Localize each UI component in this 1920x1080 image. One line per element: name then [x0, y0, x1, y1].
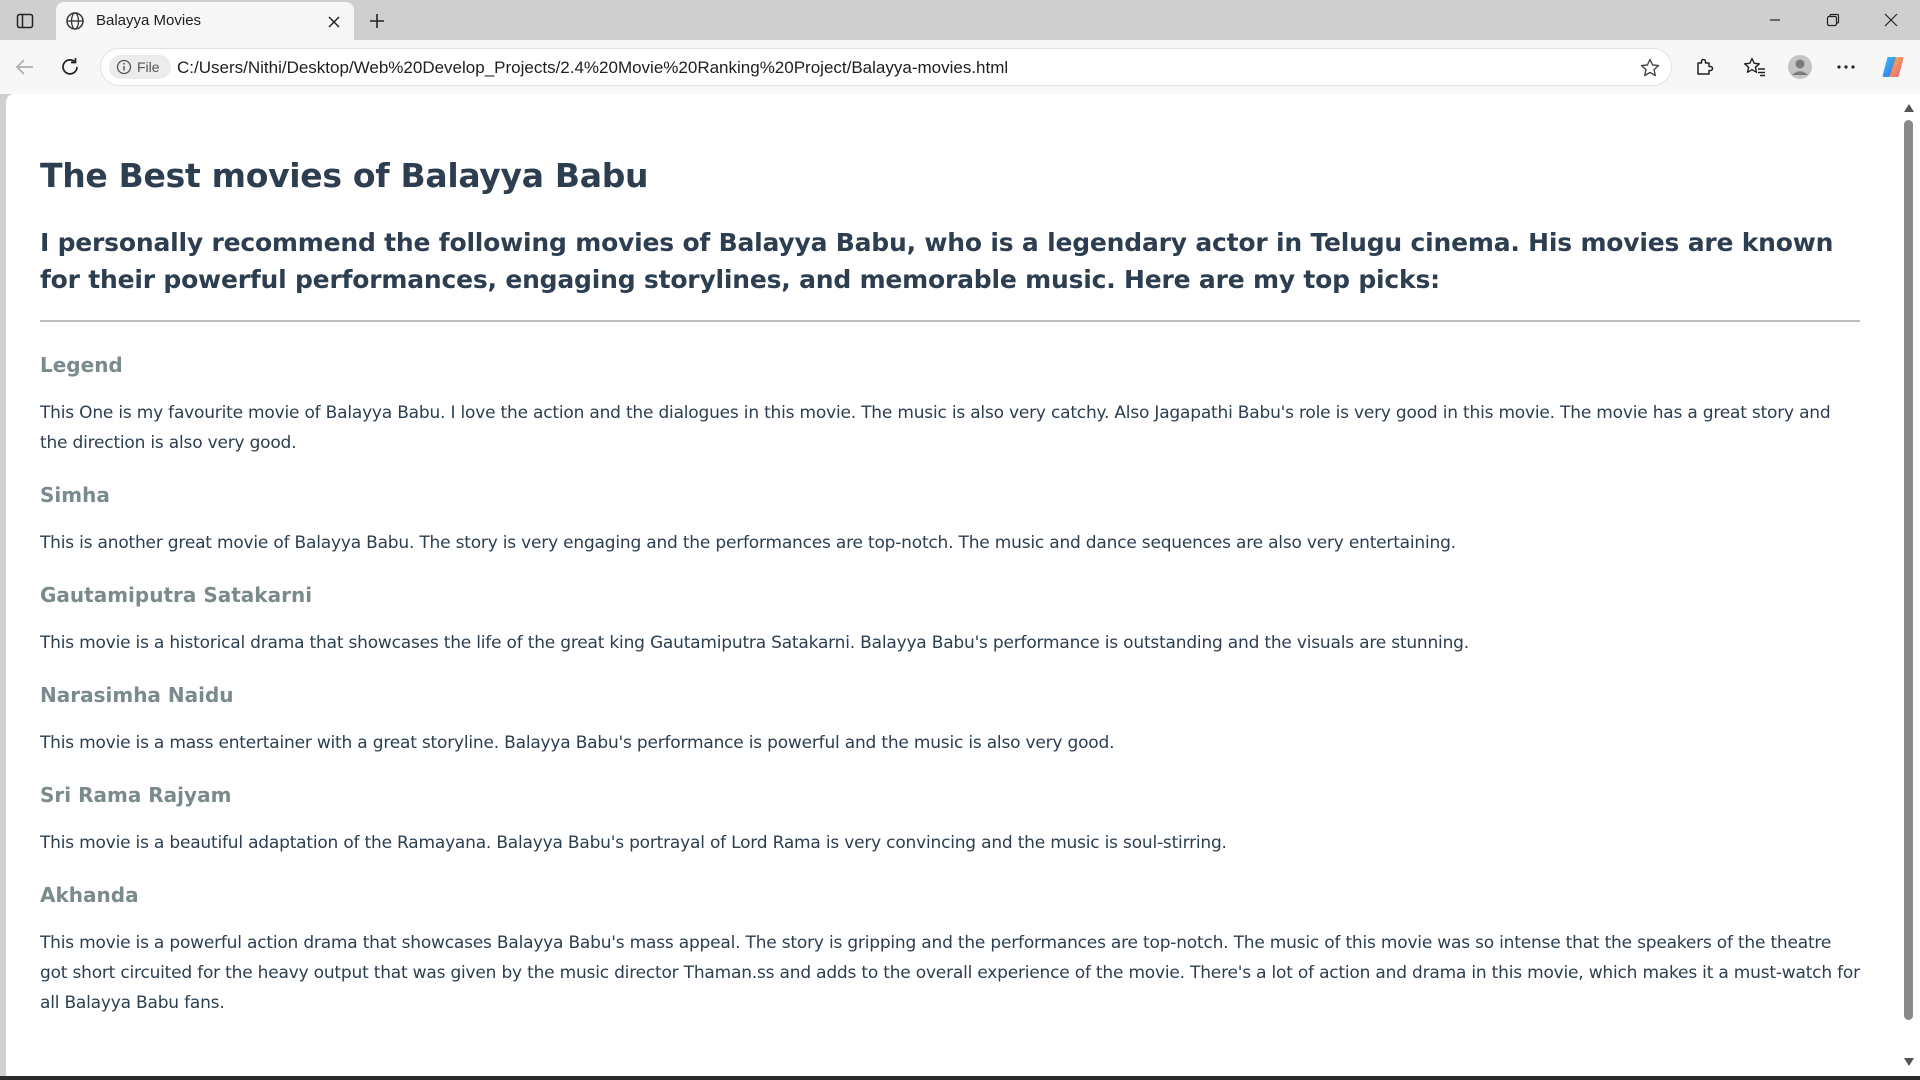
- browser-toolbar: File C:/Users/Nithi/Desktop/Web%20Develo…: [0, 40, 1920, 94]
- info-icon: [116, 59, 132, 75]
- ellipsis-icon[interactable]: [1832, 53, 1860, 81]
- copilot-icon[interactable]: [1879, 53, 1907, 81]
- page-content: The Best movies of Balayya Babu I person…: [40, 156, 1860, 1018]
- restore-icon[interactable]: [1810, 0, 1856, 40]
- page-title: The Best movies of Balayya Babu: [40, 156, 649, 195]
- movie-title: Akhanda: [40, 883, 139, 907]
- movie-description: This One is my favourite movie of Balayy…: [40, 403, 1831, 453]
- movie-description: This movie is a mass entertainer with a …: [40, 733, 1115, 753]
- globe-icon: [65, 11, 85, 31]
- vertical-scrollbar[interactable]: [1898, 94, 1920, 1076]
- page-intro: I personally recommend the following mov…: [40, 228, 1834, 294]
- taskbar-edge: [0, 1076, 1920, 1080]
- divider: [40, 320, 1860, 322]
- movie-description: This movie is a beautiful adaptation of …: [40, 833, 1227, 853]
- active-tab[interactable]: Balayya Movies: [56, 2, 354, 40]
- avatar-icon[interactable]: [1786, 53, 1814, 81]
- movie-item-sri-rama-rajyam: Sri Rama Rajyam This movie is a beautifu…: [40, 780, 1860, 858]
- scroll-down-arrow-icon[interactable]: [1903, 1056, 1915, 1068]
- address-bar[interactable]: File C:/Users/Nithi/Desktop/Web%20Develo…: [100, 48, 1672, 86]
- puzzle-icon[interactable]: [1690, 53, 1718, 81]
- refresh-icon[interactable]: [56, 53, 84, 81]
- movie-description: This movie is a powerful action drama th…: [40, 933, 1860, 1013]
- movie-title: Simha: [40, 483, 110, 507]
- movie-item-narasimha-naidu: Narasimha Naidu This movie is a mass ent…: [40, 680, 1860, 758]
- site-info-button[interactable]: File: [109, 55, 171, 79]
- movie-title: Gautamiputra Satakarni: [40, 583, 313, 607]
- tab-title: Balayya Movies: [96, 12, 202, 29]
- movie-item-simha: Simha This is another great movie of Bal…: [40, 480, 1860, 558]
- close-icon[interactable]: [324, 12, 344, 32]
- favorites-icon[interactable]: [1741, 53, 1769, 81]
- back-arrow-icon[interactable]: [11, 53, 39, 81]
- scrollbar-thumb[interactable]: [1904, 120, 1913, 1020]
- plus-icon[interactable]: [364, 8, 390, 34]
- movie-title: Sri Rama Rajyam: [40, 783, 232, 807]
- close-icon[interactable]: [1868, 0, 1914, 40]
- movie-title: Legend: [40, 353, 123, 377]
- movie-description: This movie is a historical drama that sh…: [40, 633, 1469, 653]
- scroll-up-arrow-icon[interactable]: [1903, 102, 1915, 114]
- movie-description: This is another great movie of Balayya B…: [40, 533, 1456, 553]
- movie-item-legend: Legend This One is my favourite movie of…: [40, 350, 1860, 458]
- movie-title: Narasimha Naidu: [40, 683, 234, 707]
- url-text[interactable]: C:/Users/Nithi/Desktop/Web%20Develop_Pro…: [177, 58, 1008, 78]
- star-icon[interactable]: [1637, 55, 1663, 81]
- sidebar-toggle-icon[interactable]: [12, 8, 38, 34]
- minimize-icon[interactable]: [1752, 0, 1798, 40]
- movie-item-gautamiputra-satakarni: Gautamiputra Satakarni This movie is a h…: [40, 580, 1860, 658]
- page-viewport: The Best movies of Balayya Babu I person…: [6, 94, 1920, 1076]
- movie-item-akhanda: Akhanda This movie is a powerful action …: [40, 880, 1860, 1018]
- site-info-label: File: [137, 59, 160, 75]
- tab-strip: Balayya Movies: [0, 0, 1920, 40]
